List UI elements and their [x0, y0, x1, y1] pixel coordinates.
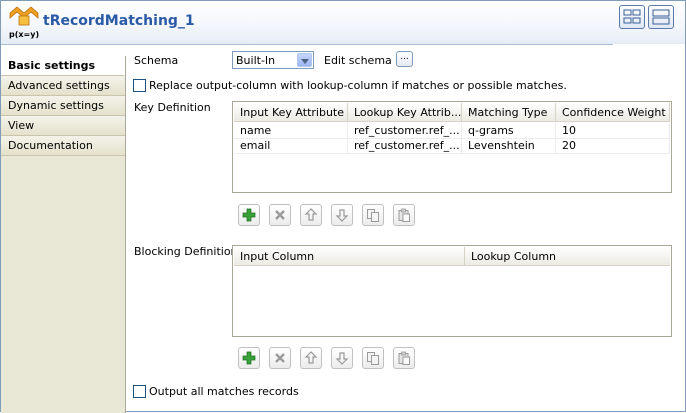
component-title: tRecordMatching_1: [43, 13, 195, 29]
paste-icon: [398, 208, 410, 222]
component-settings-panel: p(x=y) tRecordMatching_1 Basic settings …: [0, 0, 686, 413]
svg-text:p(x=y): p(x=y): [9, 30, 39, 39]
copy-icon: [367, 209, 379, 222]
delete-button[interactable]: [269, 204, 291, 226]
delete-button[interactable]: [269, 347, 291, 369]
paste-button[interactable]: [393, 347, 415, 369]
tab-advanced-settings[interactable]: Advanced settings: [1, 76, 125, 96]
blocking-definition-table[interactable]: Input Column Lookup Column: [232, 245, 672, 337]
edit-schema-label: Edit schema: [324, 54, 392, 67]
table-header: Input Key Attribute Lookup Key Attrib...…: [234, 103, 670, 122]
blocking-definition-label: Blocking Definition: [134, 245, 238, 258]
add-button[interactable]: [238, 347, 260, 369]
tab-basic-settings[interactable]: Basic settings: [1, 56, 125, 76]
record-matching-icon: p(x=y): [9, 6, 39, 39]
move-down-button[interactable]: [331, 204, 353, 226]
add-icon: [242, 208, 256, 222]
column-header[interactable]: Input Column: [234, 247, 465, 266]
key-definition-label: Key Definition: [134, 101, 211, 114]
chevron-down-icon[interactable]: [297, 53, 312, 67]
add-button[interactable]: [238, 204, 260, 226]
grid-layout-icon: [623, 9, 641, 24]
column-header[interactable]: Lookup Key Attrib...: [348, 103, 462, 122]
table-row[interactable]: name ref_customer.ref_... q-grams 10: [234, 124, 670, 139]
tab-dynamic-settings[interactable]: Dynamic settings: [1, 96, 125, 116]
replace-output-checkbox[interactable]: [133, 79, 146, 92]
paste-button[interactable]: [393, 204, 415, 226]
replace-output-label: Replace output-column with lookup-column…: [149, 79, 567, 92]
paste-icon: [398, 351, 410, 365]
layout-grid-button[interactable]: [619, 5, 645, 29]
table-cell[interactable]: name: [234, 124, 348, 139]
schema-label: Schema: [134, 54, 179, 67]
table-cell[interactable]: 10: [556, 124, 670, 139]
table-cell[interactable]: q-grams: [462, 124, 556, 139]
layout-rows-button[interactable]: [648, 5, 674, 29]
header-divider: [1, 44, 613, 45]
table-cell[interactable]: ref_customer.ref_...: [348, 124, 462, 139]
table-row[interactable]: email ref_customer.ref_... Levenshtein 2…: [234, 139, 670, 154]
column-header[interactable]: Confidence Weight: [556, 103, 670, 122]
settings-tabs: Basic settings Advanced settings Dynamic…: [1, 56, 125, 413]
move-up-button[interactable]: [300, 347, 322, 369]
copy-button[interactable]: [362, 347, 384, 369]
tabs-divider: [125, 56, 126, 413]
column-header[interactable]: Matching Type: [462, 103, 556, 122]
table-cell[interactable]: Levenshtein: [462, 139, 556, 154]
delete-icon: [275, 210, 285, 220]
delete-icon: [275, 353, 285, 363]
schema-select-value: Built-In: [236, 54, 276, 67]
move-up-button[interactable]: [300, 204, 322, 226]
move-down-icon: [335, 352, 349, 365]
key-definition-table[interactable]: Input Key Attribute Lookup Key Attrib...…: [232, 101, 672, 193]
move-up-icon: [304, 351, 318, 364]
column-header[interactable]: Lookup Column: [465, 247, 670, 266]
copy-icon: [367, 352, 379, 365]
tab-view[interactable]: View: [1, 116, 125, 136]
add-icon: [242, 351, 256, 365]
move-down-icon: [335, 209, 349, 222]
move-down-button[interactable]: [331, 347, 353, 369]
table-cell[interactable]: 20: [556, 139, 670, 154]
schema-select[interactable]: Built-In: [232, 51, 314, 69]
table-cell[interactable]: email: [234, 139, 348, 154]
table-header: Input Column Lookup Column: [234, 247, 670, 266]
table-cell[interactable]: ref_customer.ref_...: [348, 139, 462, 154]
rows-layout-icon: [652, 9, 670, 25]
output-all-matches-label: Output all matches records: [149, 385, 299, 398]
output-all-matches-checkbox[interactable]: [133, 385, 146, 398]
component-header: p(x=y) tRecordMatching_1: [1, 1, 685, 45]
tab-documentation[interactable]: Documentation: [1, 136, 125, 156]
column-header[interactable]: Input Key Attribute: [234, 103, 348, 122]
edit-schema-button[interactable]: ...: [396, 51, 413, 67]
copy-button[interactable]: [362, 204, 384, 226]
move-up-icon: [304, 208, 318, 221]
